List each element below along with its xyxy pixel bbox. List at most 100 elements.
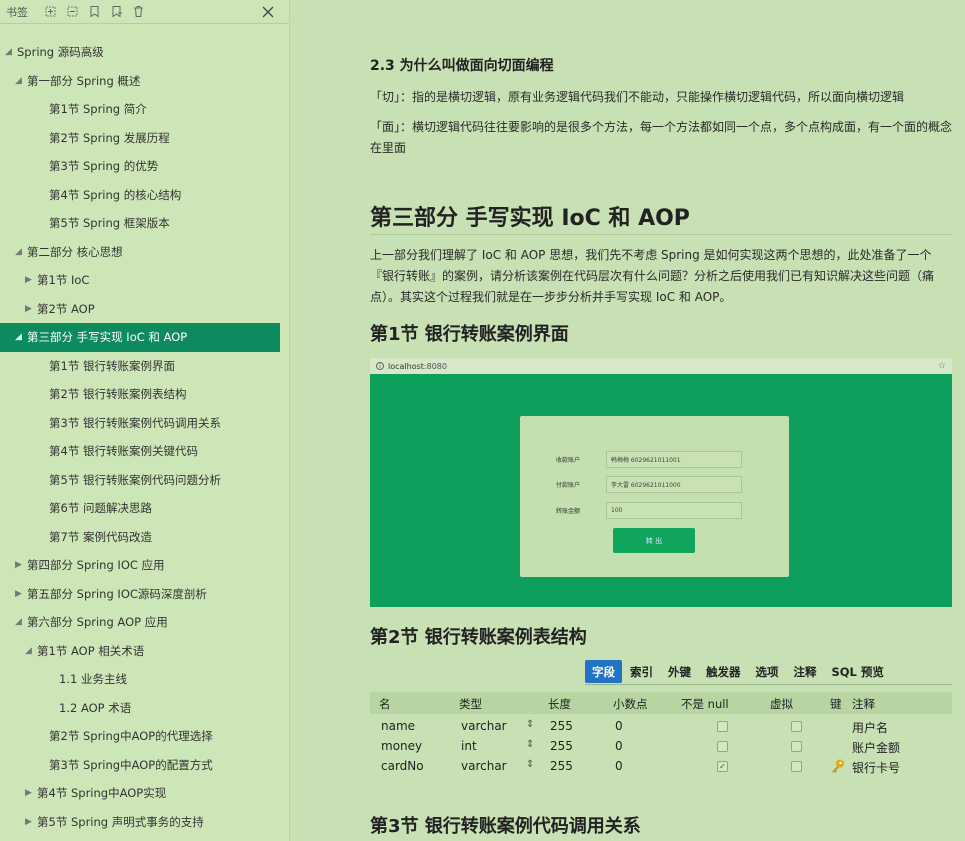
table-header-row: 名 类型 长度 小数点 不是 null 虚拟 键 注释 (370, 692, 952, 714)
designer-tab[interactable]: 注释 (787, 660, 824, 683)
bookmark-item[interactable]: 第4节 Spring 的核心结构 (0, 181, 289, 210)
bookmark-label: 第7节 案例代码改造 (49, 529, 152, 544)
type-dropdown-icon[interactable]: ⇕ (526, 759, 534, 770)
bookmark-label: 第六部分 Spring AOP 应用 (27, 615, 168, 630)
bookmark-item[interactable]: ◢ Spring 源码高级 (0, 38, 289, 67)
notnull-checkbox[interactable]: ✓ (717, 761, 728, 772)
virtual-checkbox[interactable] (791, 721, 802, 732)
collapse-arrow-icon[interactable]: ◢ (5, 47, 17, 57)
bookmark-item[interactable]: 第3节 Spring 的优势 (0, 152, 289, 181)
star-icon: ☆ (937, 361, 946, 371)
section-3-heading: 第3节 银行转账案例代码调用关系 (370, 816, 641, 837)
bookmark-label: 第2节 Spring 发展历程 (49, 130, 170, 145)
collapse-all-icon[interactable] (66, 5, 79, 18)
document-view: 2.3 为什么叫做面向切面编程 「切」：指的是横切逻辑，原有业务逻辑代码我们不能… (290, 0, 965, 841)
bookmark-item[interactable]: 第1节 银行转账案例界面 (0, 352, 289, 381)
bookmark-item[interactable]: ▶ 第4节 Spring中AOP实现 (0, 779, 289, 808)
bookmark-label: 第1节 IoC (37, 273, 90, 288)
cell-decimal: 0 (615, 719, 623, 733)
bookmark-label: 第1节 AOP 相关术语 (37, 643, 145, 658)
amount-input: 100 (606, 502, 742, 519)
virtual-checkbox[interactable] (791, 761, 802, 772)
bookmark-item[interactable]: ▶ 第5节 Spring 声明式事务的支持 (0, 808, 289, 837)
bookmark-label: 第4节 银行转账案例关键代码 (49, 444, 198, 459)
bookmark-label: 第一部分 Spring 概述 (27, 73, 141, 88)
designer-tab[interactable]: 字段 (585, 660, 622, 683)
bookmark-label: 第2节 AOP (37, 301, 95, 316)
bookmark-item[interactable]: 第7节 案例代码改造 (0, 523, 289, 552)
collapse-arrow-icon[interactable]: ◢ (15, 617, 27, 627)
section-1-heading: 第1节 银行转账案例界面 (370, 324, 569, 345)
add-bookmark-icon[interactable] (88, 5, 101, 18)
field-label: 收款账户 (556, 457, 581, 464)
delete-bookmark-icon[interactable] (132, 5, 145, 18)
bookmark-item[interactable]: 第4节 银行转账案例关键代码 (0, 437, 289, 466)
designer-tab[interactable]: 触发器 (699, 660, 748, 683)
virtual-checkbox[interactable] (791, 741, 802, 752)
bookmark-label: 第1节 银行转账案例界面 (49, 358, 175, 373)
bookmark-item[interactable]: ▶ 第四部分 Spring IOC 应用 (0, 551, 289, 580)
field-label: 转账金额 (556, 508, 581, 515)
expand-arrow-icon[interactable]: ▶ (25, 304, 37, 314)
expand-arrow-icon[interactable]: ▶ (25, 275, 37, 285)
payer-account-input: 李大雷 6029621011000 (606, 476, 742, 493)
bookmark-item[interactable]: 1.2 AOP 术语 (0, 694, 289, 723)
collapse-arrow-icon[interactable]: ◢ (15, 247, 27, 257)
bookmark-item[interactable]: 第2节 银行转账案例表结构 (0, 380, 289, 409)
notnull-checkbox[interactable] (717, 721, 728, 732)
collapse-arrow-icon[interactable]: ◢ (15, 76, 27, 86)
expand-arrow-icon[interactable]: ▶ (25, 788, 37, 798)
bookmark-item[interactable]: 第2节 Spring中AOP的代理选择 (0, 722, 289, 751)
bookmark-item[interactable]: ▶ 第1节 IoC (0, 266, 289, 295)
bookmark-item[interactable]: 第3节 Spring中AOP的配置方式 (0, 751, 289, 780)
section-2-3-heading: 2.3 为什么叫做面向切面编程 (370, 58, 554, 74)
add-child-bookmark-icon[interactable] (110, 5, 123, 18)
bookmark-label: 第2节 Spring中AOP的代理选择 (49, 729, 213, 744)
bookmark-label: 第3节 银行转账案例代码调用关系 (49, 415, 221, 430)
cell-decimal: 0 (615, 759, 623, 773)
bookmark-item[interactable]: 1.1 业务主线 (0, 665, 289, 694)
bookmark-item[interactable]: 第5节 Spring 框架版本 (0, 209, 289, 238)
collapse-arrow-icon[interactable]: ◢ (25, 646, 37, 656)
transfer-form-card: 收款账户 韩梅梅 6029621011001 付款账户 李大雷 60296210… (520, 416, 789, 577)
bookmark-label: 1.1 业务主线 (59, 672, 127, 687)
cell-comment: 银行卡号 (852, 761, 901, 775)
bookmark-item[interactable]: ▶ 第五部分 Spring IOC源码深度剖析 (0, 580, 289, 609)
bookmark-item[interactable]: ▶ 第2节 AOP (0, 295, 289, 324)
collapse-arrow-icon[interactable]: ◢ (15, 332, 27, 342)
table-row[interactable]: name varchar 255 0 ⇕ 用户名 (370, 717, 952, 737)
bookmark-item[interactable]: 第3节 银行转账案例代码调用关系 (0, 409, 289, 438)
bookmark-item[interactable]: ◢ 第六部分 Spring AOP 应用 (0, 608, 289, 637)
bookmark-label: 第三部分 手写实现 IoC 和 AOP (27, 330, 188, 345)
bookmark-item[interactable]: ◢ 第三部分 手写实现 IoC 和 AOP (0, 323, 280, 352)
designer-tab[interactable]: 选项 (749, 660, 786, 683)
notnull-checkbox[interactable] (717, 741, 728, 752)
designer-tab[interactable]: 外键 (661, 660, 698, 683)
expand-all-icon[interactable] (44, 5, 57, 18)
bookmark-label: 第5节 Spring 声明式事务的支持 (37, 814, 204, 829)
designer-tab[interactable]: SQL 预览 (825, 660, 891, 683)
field-label: 付款账户 (556, 482, 581, 489)
expand-arrow-icon[interactable]: ▶ (15, 589, 27, 599)
bookmark-label: 第五部分 Spring IOC源码深度剖析 (27, 586, 207, 601)
type-dropdown-icon[interactable]: ⇕ (526, 719, 534, 730)
bookmark-item[interactable]: 第6节 问题解决思路 (0, 494, 289, 523)
bookmark-item[interactable]: 第1节 Spring 简介 (0, 95, 289, 124)
table-row[interactable]: cardNo varchar 255 0 ⇕ ✓ 银行卡号 (370, 757, 952, 777)
primary-key-icon (830, 758, 846, 774)
bookmark-item[interactable]: 第5节 银行转账案例代码问题分析 (0, 466, 289, 495)
cell-length: 255 (550, 739, 573, 753)
bookmark-label: 第4节 Spring 的核心结构 (49, 187, 182, 202)
type-dropdown-icon[interactable]: ⇕ (526, 739, 534, 750)
expand-arrow-icon[interactable]: ▶ (15, 560, 27, 570)
designer-tab[interactable]: 索引 (623, 660, 660, 683)
bookmark-item[interactable]: 第2节 Spring 发展历程 (0, 124, 289, 153)
bookmark-item[interactable]: ◢ 第二部分 核心思想 (0, 238, 289, 267)
column-header: 小数点 (613, 697, 648, 711)
close-icon[interactable] (261, 4, 275, 18)
expand-arrow-icon[interactable]: ▶ (25, 817, 37, 827)
info-icon: i (376, 362, 384, 370)
bookmark-item[interactable]: ◢ 第1节 AOP 相关术语 (0, 637, 289, 666)
bookmark-item[interactable]: ◢ 第一部分 Spring 概述 (0, 67, 289, 96)
table-row[interactable]: money int 255 0 ⇕ 账户金额 (370, 737, 952, 757)
